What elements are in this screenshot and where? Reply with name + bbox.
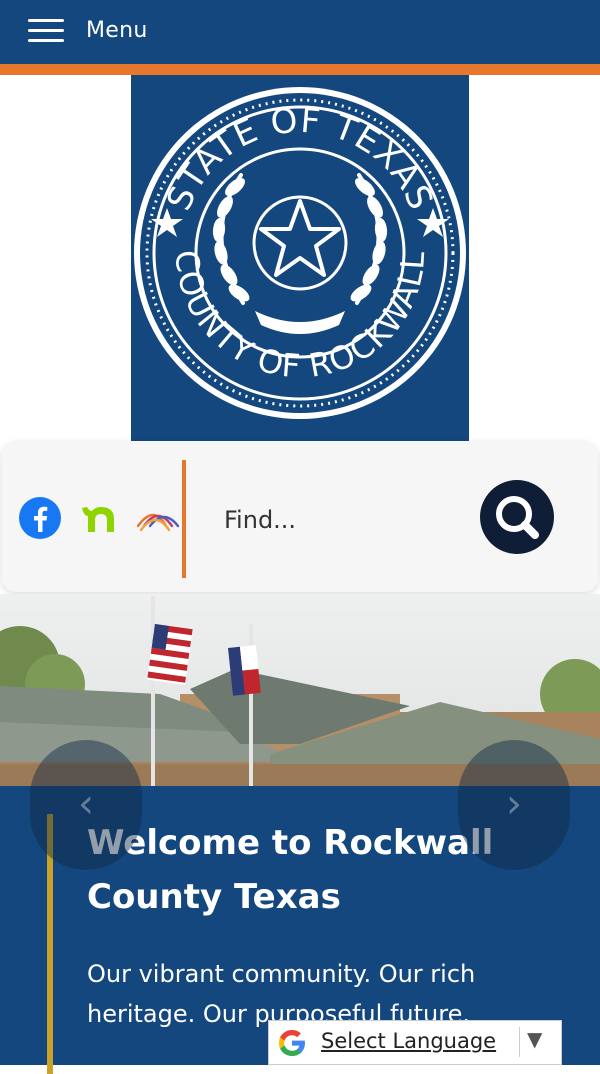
hamburger-icon: [28, 18, 64, 44]
county-seal-logo[interactable]: STATE OF TEXAS COUNTY OF ROCKWALL: [131, 75, 469, 441]
carousel-next-button[interactable]: ›: [458, 740, 570, 870]
nextdoor-icon[interactable]: [78, 496, 122, 540]
menu-label: Menu: [86, 18, 148, 43]
search-input[interactable]: [222, 494, 466, 546]
chevron-left-icon: ‹: [78, 781, 94, 827]
select-language-label: Select Language: [321, 1029, 497, 1053]
chevron-right-icon: ›: [506, 781, 522, 827]
google-icon: [279, 1030, 305, 1056]
language-selector[interactable]: Select Language ▼: [268, 1020, 562, 1065]
dropdown-arrow-icon: ▼: [527, 1027, 543, 1051]
search-panel: [2, 442, 598, 592]
search-button[interactable]: [480, 480, 554, 554]
selector-divider: [519, 1027, 520, 1057]
search-divider: [182, 460, 186, 578]
arc-logo-icon[interactable]: [136, 496, 180, 540]
top-navigation-bar: Menu: [0, 0, 600, 75]
search-icon: [496, 496, 539, 539]
carousel-prev-button[interactable]: ‹: [30, 740, 142, 870]
facebook-icon[interactable]: [18, 496, 62, 540]
menu-button[interactable]: Menu: [0, 0, 200, 64]
